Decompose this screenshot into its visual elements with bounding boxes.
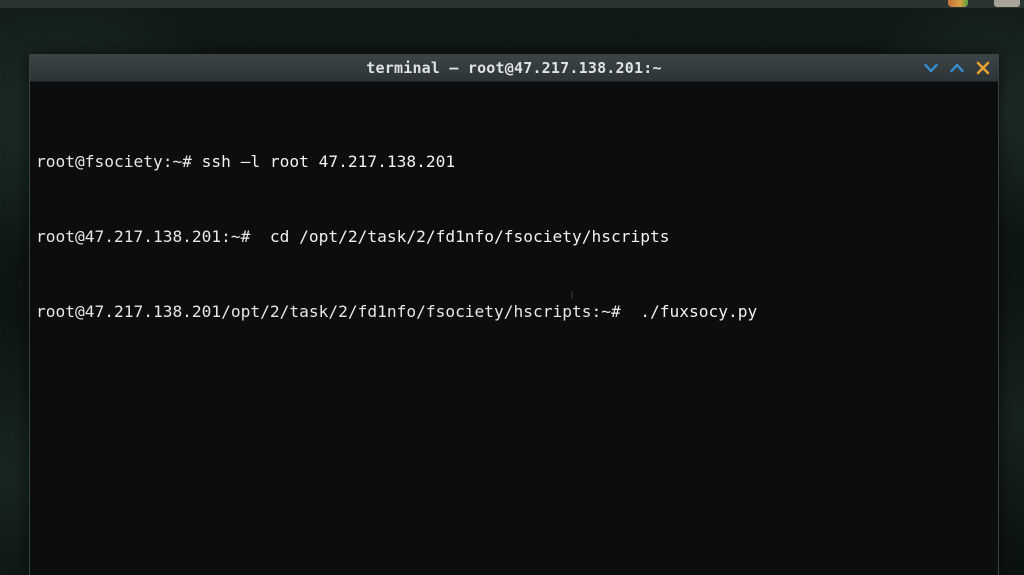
terminal-line: root@47.217.138.201/opt/2/task/2/fd1nfo/…	[36, 299, 998, 324]
window-titlebar[interactable]: terminal — root@47.217.138.201:~	[30, 55, 998, 82]
desktop-background: terminal — root@47.217.138.201:~ root@fs…	[0, 0, 1024, 575]
shell-command: ./fuxsocy.py	[620, 302, 758, 321]
system-top-bar	[0, 0, 1024, 8]
terminal-window[interactable]: terminal — root@47.217.138.201:~ root@fs…	[29, 54, 999, 575]
shell-prompt: root@fsociety:~#	[36, 152, 192, 171]
close-icon[interactable]	[974, 59, 992, 77]
shell-prompt: root@47.217.138.201:~#	[36, 227, 251, 246]
window-title: terminal — root@47.217.138.201:~	[366, 59, 662, 77]
terminal-line: root@47.217.138.201:~# cd /opt/2/task/2/…	[36, 224, 998, 249]
shell-prompt: root@47.217.138.201/opt/2/task/2/fd1nfo/…	[36, 302, 621, 321]
terminal-output[interactable]: root@fsociety:~# ssh —l root 47.217.138.…	[30, 82, 998, 575]
chevron-up-icon[interactable]	[948, 59, 966, 77]
window-controls	[922, 57, 992, 79]
terminal-line: root@fsociety:~# ssh —l root 47.217.138.…	[36, 149, 998, 174]
chevron-down-icon[interactable]	[922, 59, 940, 77]
shell-command: cd /opt/2/task/2/fd1nfo/fsociety/hscript…	[250, 227, 670, 246]
tray-app-icon[interactable]	[948, 0, 968, 7]
shell-command: ssh —l root 47.217.138.201	[191, 152, 456, 171]
text-cursor	[571, 291, 573, 299]
tray-status-icon[interactable]	[994, 0, 1020, 7]
